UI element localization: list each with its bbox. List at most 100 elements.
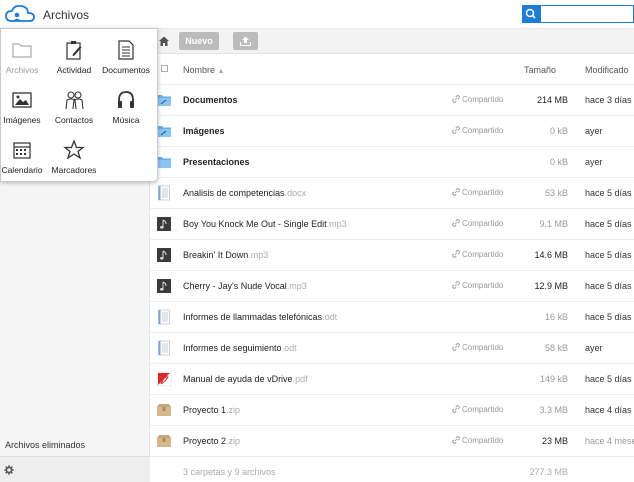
search-button[interactable] [522,5,540,23]
controls-bar: Nuevo [150,29,634,54]
file-modified: hace 5 días [585,250,632,260]
sort-asc-icon: ▲ [217,68,225,75]
file-name[interactable]: Boy You Knock Me Out - Single Edit.mp3 [183,219,347,229]
column-size[interactable]: Tamaño [524,65,556,75]
link-icon [452,281,460,289]
app-contactos[interactable]: Contactos [48,89,100,133]
table-row[interactable]: Imágenes Compartido 0 kB ayer [150,116,634,147]
share-link[interactable]: Compartido [452,405,503,414]
app-label: Contactos [54,115,94,125]
select-all-checkbox[interactable] [161,65,168,72]
file-basename: Presentaciones [183,157,250,167]
share-link[interactable]: Compartido [452,343,503,352]
file-extension: .odt [281,343,297,353]
file-name[interactable]: Breakin' It Down.mp3 [183,250,268,260]
file-name[interactable]: Informes de seguimiento.odt [183,343,297,353]
shared-folder-icon [156,123,172,139]
share-label: Compartido [462,219,504,228]
link-icon [452,95,460,103]
audio-file-icon [156,216,172,232]
file-size: 16 kB [544,312,568,322]
share-link[interactable]: Compartido [452,281,503,290]
file-extension: .zip [226,405,241,415]
new-button[interactable]: Nuevo [179,32,219,50]
file-name[interactable]: Documentos [183,95,238,105]
share-link[interactable]: Compartido [452,188,503,197]
app-marcadores[interactable]: Marcadores [48,139,100,183]
gear-icon[interactable] [4,465,14,475]
app-musica[interactable]: Música [98,89,154,133]
app-archivos[interactable]: Archivos [0,39,48,83]
file-extension: .odt [322,312,338,322]
table-row[interactable]: Informes de seguimiento.odt Compartido 58 … [150,333,634,364]
app-imagenes[interactable]: Imágenes [0,89,48,133]
column-modified[interactable]: Modificado [585,65,629,75]
upload-button[interactable] [233,32,258,50]
table-row[interactable]: Presentaciones 0 kB ayer [150,147,634,178]
text-file-icon [156,309,172,325]
share-label: Compartido [462,250,504,259]
star-icon [48,139,100,161]
file-size: 12.9 MB [534,281,568,291]
file-size: 58 kB [544,343,568,353]
share-label: Compartido [462,405,504,414]
file-modified: hace 5 días [585,219,632,229]
file-name[interactable]: Cherry - Jay's Nude Vocal.mp3 [183,281,307,291]
table-header: Nombre ▲ Tamaño Modificado [150,54,634,85]
app-label: Marcadores [51,165,97,175]
app-actividad[interactable]: Actividad [48,39,100,83]
share-link[interactable]: Compartido [452,95,503,104]
folder-icon [0,39,48,61]
table-row[interactable]: Proyecto 2.zip Compartido 23 MB hace 4 mese… [150,426,634,457]
file-basename: Informes de llammadas telefónicas [183,312,323,322]
file-name[interactable]: Presentaciones [183,157,250,167]
link-icon [452,405,460,413]
file-extension: .zip [226,436,241,446]
share-link[interactable]: Compartido [452,126,503,135]
home-icon[interactable] [158,35,170,47]
share-link[interactable]: Compartido [452,436,503,445]
settings-bar [0,456,150,482]
share-link[interactable]: Compartido [452,250,503,259]
app-menu: Archivos Actividad Documentos Imágenes Conta… [0,28,158,182]
table-row[interactable]: Cherry - Jay's Nude Vocal.mp3 Compartido 1… [150,271,634,302]
file-size: 3.3 MB [539,405,568,415]
file-table: Nombre ▲ Tamaño Modificado Documentos Com… [150,54,634,482]
file-name[interactable]: Proyecto 2.zip [183,436,240,446]
column-name[interactable]: Nombre ▲ [183,65,224,75]
table-row[interactable]: Analisis de competencias.docx Compartido 5… [150,178,634,209]
table-row[interactable]: Proyecto 1.zip Compartido 3.3 MB hace 4 día… [150,395,634,426]
file-basename: Documentos [183,95,238,105]
cloud-logo-icon[interactable] [4,4,36,24]
app-label: Calendario [1,165,43,175]
table-row[interactable]: Boy You Knock Me Out - Single Edit.mp3 Co… [150,209,634,240]
table-row[interactable]: Manual de ayuda de vDrive.pdf 149 kB hace … [150,364,634,395]
link-icon [452,219,460,227]
clipboard-icon [48,39,100,61]
file-name[interactable]: Proyecto 1.zip [183,405,240,415]
app-title[interactable]: Archivos [43,8,89,22]
file-list: Documentos Compartido 214 MB hace 3 días Imá… [150,85,634,457]
file-name[interactable]: Informes de llammadas telefónicas.odt [183,312,337,322]
file-name[interactable]: Manual de ayuda de vDrive.pdf [183,374,308,384]
share-label: Compartido [462,343,504,352]
table-row[interactable]: Informes de llammadas telefónicas.odt 16 … [150,302,634,333]
table-row[interactable]: Breakin' It Down.mp3 Compartido 14.6 MB hac… [150,240,634,271]
image-icon [0,89,48,111]
app-documentos[interactable]: Documentos [98,39,154,83]
summary-text: 3 carpetas y 9 archivos [183,467,276,477]
upload-icon [240,36,251,46]
search-input[interactable] [540,5,634,23]
share-link[interactable]: Compartido [452,219,503,228]
file-size: 14.6 MB [534,250,568,260]
app-calendario[interactable]: Calendario [0,139,48,183]
link-icon [452,250,460,258]
headphones-icon [98,89,154,111]
file-size: 149 kB [539,374,568,384]
table-row[interactable]: Documentos Compartido 214 MB hace 3 días [150,85,634,116]
file-name[interactable]: Analisis de competencias.docx [183,188,306,198]
folder-icon [156,154,172,170]
trash-link[interactable]: Archivos eliminados [5,440,85,450]
file-modified: hace 4 días [585,405,632,415]
file-name[interactable]: Imágenes [183,126,225,136]
